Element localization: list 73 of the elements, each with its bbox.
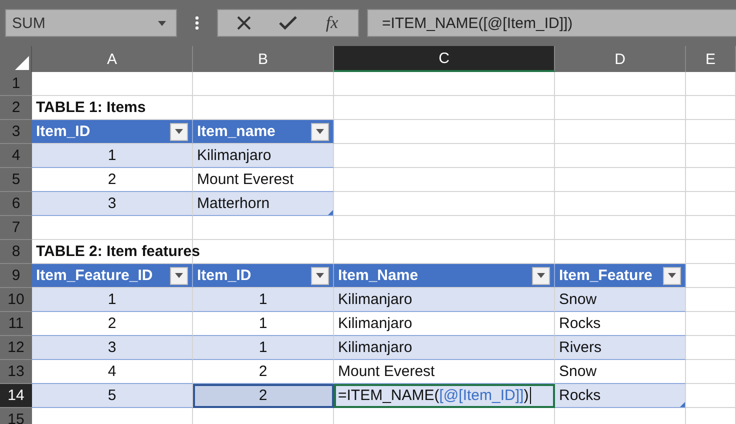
filter-button[interactable] bbox=[170, 266, 188, 284]
table-header-cell: Item_Feature bbox=[555, 264, 686, 288]
column-header[interactable]: E bbox=[686, 46, 736, 72]
table-cell: 1 bbox=[32, 288, 193, 312]
editing-cell[interactable]: =ITEM_NAME([@[Item_ID]]) bbox=[334, 384, 555, 408]
row-header[interactable]: 6 bbox=[0, 192, 32, 216]
column-header[interactable]: B bbox=[193, 46, 334, 72]
row-header[interactable]: 3 bbox=[0, 120, 32, 144]
caret-icon bbox=[316, 129, 324, 134]
table-cell: Snow bbox=[555, 288, 686, 312]
table-cell: 1 bbox=[32, 144, 193, 168]
table-cell: Snow bbox=[555, 360, 686, 384]
row-header[interactable]: 11 bbox=[0, 312, 32, 336]
table-cell: 1 bbox=[193, 288, 334, 312]
caret-icon bbox=[175, 129, 183, 134]
table-cell: Kilimanjaro bbox=[334, 288, 555, 312]
filter-button[interactable] bbox=[311, 266, 329, 284]
column-header[interactable]: A bbox=[32, 46, 193, 72]
row-header[interactable]: 8 bbox=[0, 240, 32, 264]
table-cell: 3 bbox=[32, 192, 193, 216]
table-cell: 2 bbox=[32, 312, 193, 336]
table-cell: 5 bbox=[32, 384, 193, 408]
table-cell: Kilimanjaro bbox=[193, 144, 334, 168]
caret-icon bbox=[537, 273, 545, 278]
table-cell: Rocks bbox=[555, 312, 686, 336]
table-cell: 3 bbox=[32, 336, 193, 360]
filter-button[interactable] bbox=[532, 266, 550, 284]
table-cell: 4 bbox=[32, 360, 193, 384]
table-cell: Mount Everest bbox=[193, 168, 334, 192]
table-cell: Kilimanjaro bbox=[334, 312, 555, 336]
table-title: TABLE 1: Items bbox=[36, 99, 146, 116]
row-header[interactable]: 10 bbox=[0, 288, 32, 312]
close-icon bbox=[236, 15, 252, 31]
caret-icon bbox=[316, 273, 324, 278]
column-header[interactable]: C bbox=[334, 46, 555, 72]
row-header[interactable]: 12 bbox=[0, 336, 32, 360]
table-cell: 2 bbox=[193, 360, 334, 384]
caret-icon bbox=[158, 20, 166, 26]
table-header-cell: Item_Feature_ID bbox=[32, 264, 193, 288]
name-box[interactable]: SUM bbox=[5, 9, 177, 37]
caret-icon bbox=[175, 273, 183, 278]
row-header[interactable]: 1 bbox=[0, 72, 32, 96]
row-header[interactable]: 14 bbox=[0, 384, 32, 408]
table-title: TABLE 2: Item features bbox=[36, 243, 200, 260]
table-cell: Mount Everest bbox=[334, 360, 555, 384]
table-header-cell: Item_name bbox=[193, 120, 334, 144]
table-cell: Matterhorn bbox=[193, 192, 334, 216]
row-header[interactable]: 9 bbox=[0, 264, 32, 288]
table-cell: Rocks bbox=[555, 384, 686, 408]
table-cell: 1 bbox=[193, 312, 334, 336]
table-header-cell: Item_Name bbox=[334, 264, 555, 288]
table-cell: Rivers bbox=[555, 336, 686, 360]
formula-field[interactable]: =ITEM_NAME([@[Item_ID]]) bbox=[367, 9, 736, 37]
row-header[interactable]: 4 bbox=[0, 144, 32, 168]
table-header-cell: Item_ID bbox=[32, 120, 193, 144]
table-cell: Kilimanjaro bbox=[334, 336, 555, 360]
row-header[interactable]: 7 bbox=[0, 216, 32, 240]
table-header-cell: Item_ID bbox=[193, 264, 334, 288]
caret-icon bbox=[668, 273, 676, 278]
filter-button[interactable] bbox=[311, 122, 329, 140]
row-header[interactable]: 15 bbox=[0, 408, 32, 424]
table-cell: 2 bbox=[193, 384, 334, 408]
table-cell: 2 bbox=[32, 168, 193, 192]
row-header[interactable]: 2 bbox=[0, 96, 32, 120]
row-header[interactable]: 13 bbox=[0, 360, 32, 384]
check-icon bbox=[279, 16, 297, 30]
filter-button[interactable] bbox=[663, 266, 681, 284]
column-header[interactable]: D bbox=[555, 46, 686, 72]
row-header[interactable]: 5 bbox=[0, 168, 32, 192]
dots-icon[interactable] bbox=[195, 16, 199, 30]
table-cell: 1 bbox=[193, 336, 334, 360]
triangle-icon bbox=[15, 56, 29, 70]
filter-button[interactable] bbox=[170, 122, 188, 140]
